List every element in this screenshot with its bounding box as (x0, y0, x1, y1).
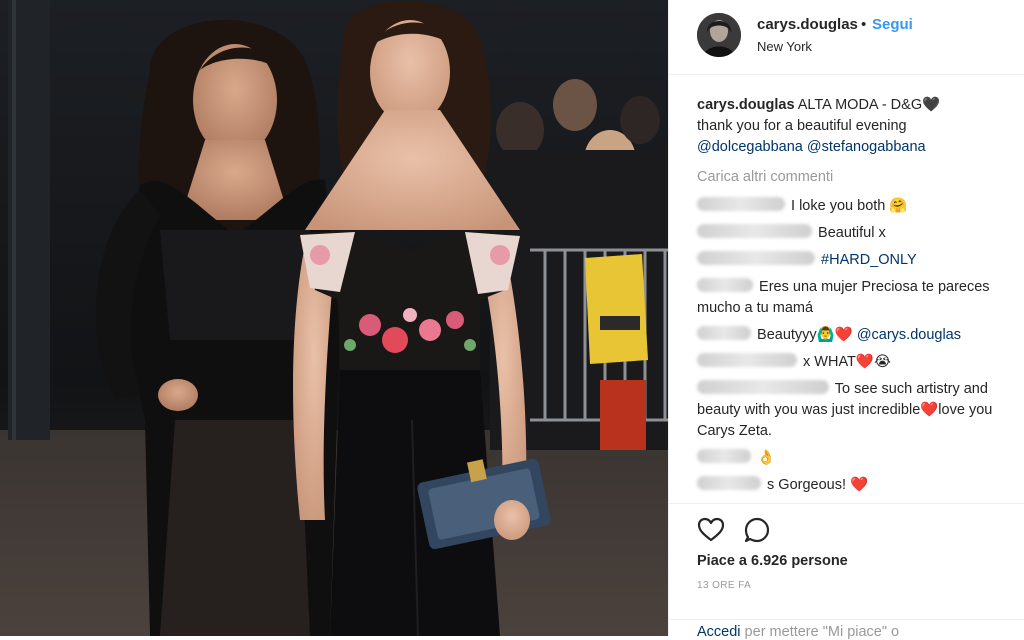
login-prompt-text: per mettere "Mi piace" o (740, 624, 900, 640)
comment-item: To see such artistry and beauty with you… (697, 379, 1017, 442)
profile-avatar[interactable] (697, 13, 741, 57)
comment-text: Beautyyy🙆‍♂️❤️ (757, 327, 857, 343)
blurred-username (697, 326, 751, 340)
comment-item: 👌 (697, 448, 1017, 469)
likes-count[interactable]: Piace a 6.926 persone (697, 553, 848, 569)
post-actions: Piace a 6.926 persone 13 ORE FA Accedi p… (669, 503, 1024, 640)
comment-item: Eres una mujer Preciosa te pareces mucho… (697, 277, 1017, 319)
blurred-username (697, 251, 815, 265)
comment-item: x WHAT❤️😭 (697, 352, 1017, 373)
blurred-username (697, 380, 829, 394)
header-username[interactable]: carys.douglas (757, 16, 858, 33)
comment-hashtag[interactable]: #HARD_ONLY (821, 252, 917, 268)
post-header: carys.douglas • Segui New York (669, 0, 1024, 75)
caption-username[interactable]: carys.douglas (697, 97, 795, 113)
post-side-panel: carys.douglas • Segui New York carys.dou… (668, 0, 1024, 640)
comment-item: Beautyyy🙆‍♂️❤️ @carys.douglas (697, 325, 1017, 346)
avatar-icon (697, 13, 741, 57)
header-separator: • (861, 16, 867, 33)
blurred-username (697, 278, 753, 292)
comment-text: Beautiful x (818, 225, 886, 241)
comment-item: s Gorgeous! ❤️ (697, 475, 1017, 496)
blurred-username (697, 197, 785, 211)
follow-button[interactable]: Segui (872, 16, 913, 33)
post-timestamp[interactable]: 13 ORE FA (697, 580, 751, 591)
blurred-username (697, 476, 761, 490)
heart-icon[interactable] (697, 516, 725, 544)
login-link[interactable]: Accedi (697, 624, 741, 640)
comment-mention[interactable]: @carys.douglas (857, 327, 961, 343)
post-photo-illustration (0, 0, 668, 636)
comment-text: s Gorgeous! ❤️ (767, 477, 869, 493)
load-more-comments-button[interactable]: Carica altri commenti (697, 167, 1017, 188)
comment-item: I loke you both 🤗 (697, 196, 1017, 217)
comment-icon[interactable] (743, 516, 771, 544)
caption-tag-dolcegabbana[interactable]: @dolcegabbana (697, 139, 803, 155)
comment-item: Beautiful x (697, 223, 1017, 244)
blurred-username (697, 224, 812, 238)
login-prompt: Accedi per mettere "Mi piace" o (669, 619, 1024, 640)
post-photo[interactable] (0, 0, 668, 636)
post-caption: carys.douglas ALTA MODA - D&G🖤 thank you… (697, 95, 1017, 158)
comment-text: x WHAT❤️😭 (803, 354, 891, 370)
comment-item: #HARD_ONLY (697, 250, 1017, 271)
comments-section: carys.douglas ALTA MODA - D&G🖤 thank you… (697, 95, 1017, 502)
comment-text: I loke you both 🤗 (791, 198, 908, 214)
post-location[interactable]: New York (757, 39, 812, 54)
blurred-username (697, 353, 797, 367)
caption-tag-stefanogabbana[interactable]: @stefanogabbana (807, 139, 926, 155)
caption-line2: thank you for a beautiful evening (697, 118, 907, 134)
comment-text: 👌 (757, 450, 776, 466)
blurred-username (697, 449, 751, 463)
caption-line1: ALTA MODA - D&G🖤 (794, 97, 941, 113)
